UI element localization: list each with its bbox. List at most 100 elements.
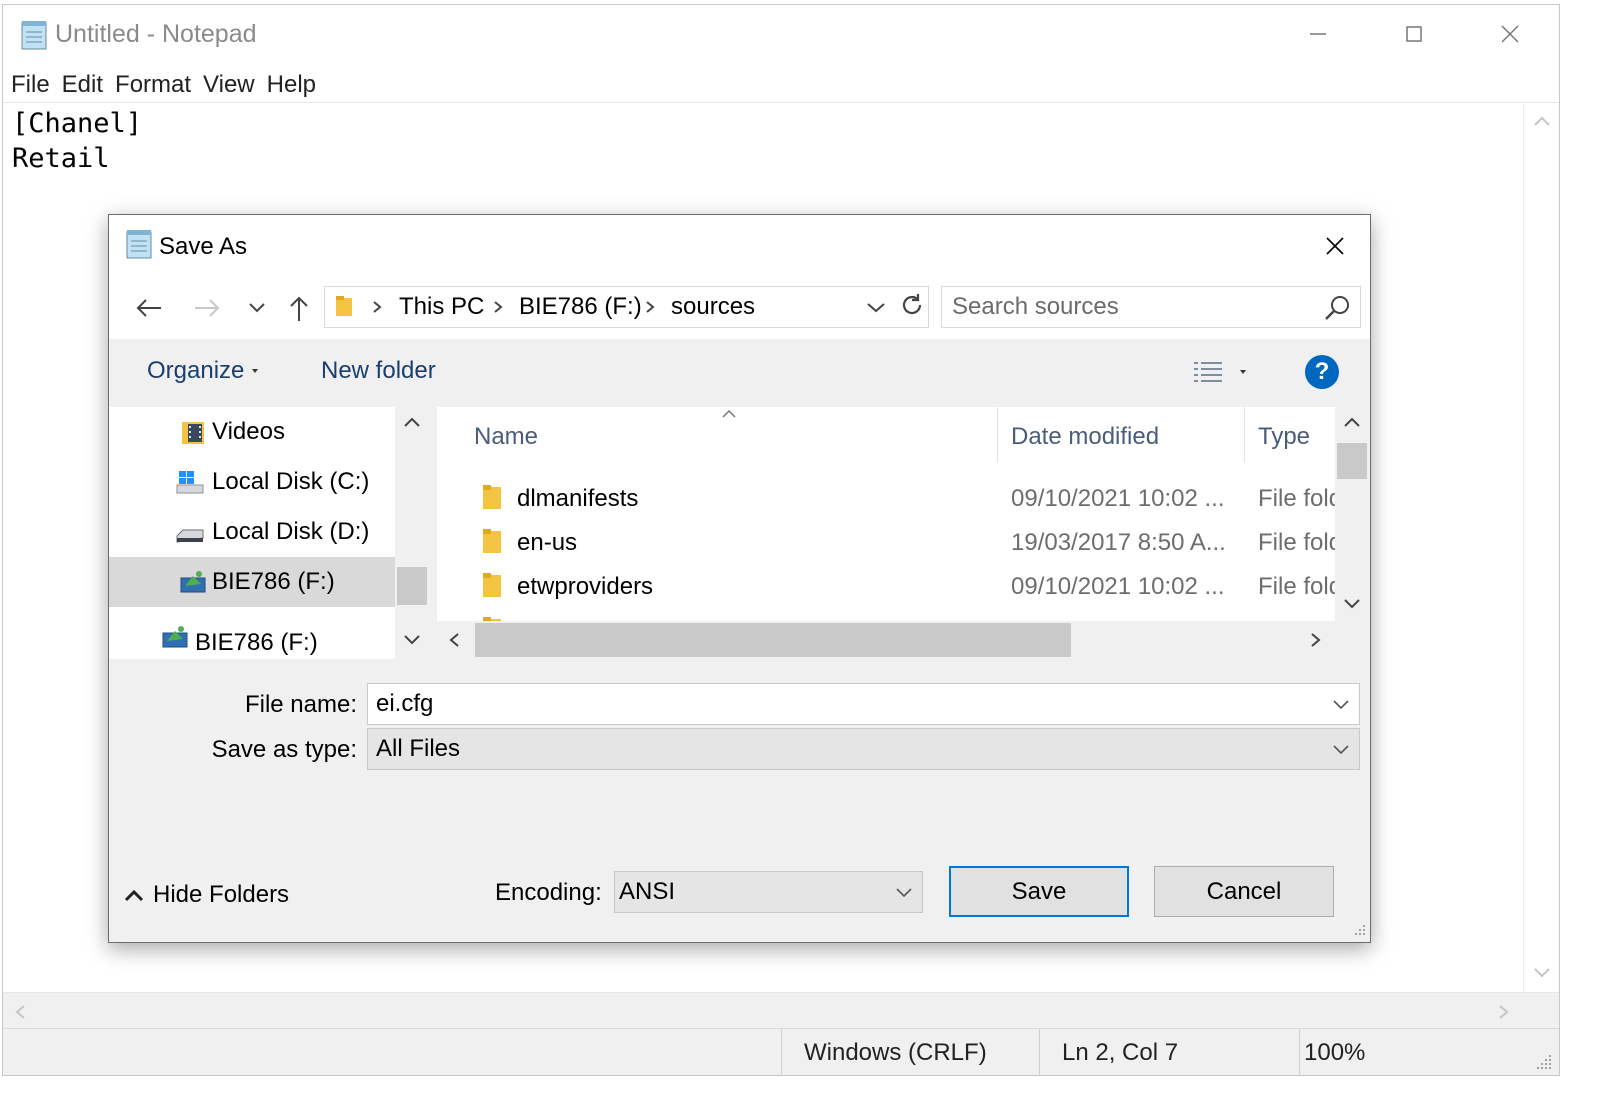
chevron-down-icon [1333, 745, 1349, 755]
editor-line: [Chanel] [12, 108, 143, 139]
file-list-horizontal-scrollbar[interactable] [437, 621, 1369, 659]
editor-horizontal-scrollbar[interactable] [3, 992, 1559, 1028]
scroll-right-arrow-icon[interactable] [1497, 1004, 1511, 1020]
minimize-icon [1310, 33, 1326, 35]
file-date: 09/10/2021 10:02 ... [1011, 485, 1225, 512]
hide-folders-label: Hide Folders [153, 881, 290, 908]
new-folder-button[interactable]: New folder [321, 357, 436, 385]
chevron-up-icon [124, 889, 144, 902]
save-type-value: All Files [376, 735, 461, 762]
caret-down-icon [252, 369, 259, 373]
address-bar[interactable]: This PC BIE786 (F:) sources [324, 286, 929, 328]
scroll-up-arrow-icon[interactable] [403, 415, 421, 429]
search-box[interactable] [941, 286, 1361, 328]
nav-item-local-disk-d[interactable]: Local Disk (D:) [109, 507, 395, 557]
file-row[interactable]: etwproviders 09/10/2021 10:02 ... File f… [437, 565, 1337, 609]
file-name-input[interactable]: ei.cfg [367, 683, 1360, 725]
refresh-button[interactable] [895, 288, 929, 322]
dialog-titlebar: Save As [109, 215, 1370, 277]
menu-file[interactable]: File [11, 71, 50, 99]
organize-button[interactable]: Organize [147, 357, 260, 385]
nav-item-bie786[interactable]: BIE786 (F:) [109, 617, 395, 659]
file-row[interactable]: dlmanifests 09/10/2021 10:02 ... File fo… [437, 477, 1337, 521]
forward-button[interactable] [187, 291, 227, 325]
nav-item-label: BIE786 (F:) [212, 568, 335, 595]
resize-grip-icon[interactable] [1535, 1053, 1553, 1071]
chevron-down-icon[interactable] [1331, 694, 1351, 714]
save-type-select[interactable]: All Files [367, 728, 1360, 770]
dialog-close-button[interactable] [1305, 221, 1365, 271]
encoding-label: Encoding: [495, 879, 602, 906]
change-view-button[interactable] [1192, 357, 1260, 387]
chevron-right-icon [494, 301, 503, 313]
file-list-vertical-scrollbar[interactable] [1335, 407, 1369, 621]
scroll-down-arrow-icon[interactable] [1343, 597, 1361, 611]
recent-locations-button[interactable] [237, 291, 277, 325]
windows-drive-icon [176, 471, 204, 494]
breadcrumb-drive[interactable]: BIE786 (F:) [519, 293, 642, 321]
breadcrumb-sources[interactable]: sources [671, 293, 755, 321]
scroll-right-arrow-icon[interactable] [1309, 632, 1323, 648]
usb-drive-icon [162, 626, 188, 648]
hide-folders-button[interactable]: Hide Folders [123, 881, 289, 909]
chevron-right-icon [646, 301, 655, 313]
minimize-button[interactable] [1273, 11, 1363, 57]
chevron-down-icon [896, 888, 912, 898]
close-icon [1501, 25, 1519, 43]
scroll-up-arrow-icon[interactable] [1533, 114, 1551, 128]
scroll-up-arrow-icon[interactable] [1343, 415, 1361, 429]
nav-item-label: Videos [212, 418, 285, 445]
address-dropdown-icon[interactable] [865, 295, 887, 319]
notepad-dialog-icon [126, 230, 152, 259]
resize-grip-icon[interactable] [1349, 923, 1367, 941]
editor-vertical-scrollbar[interactable] [1523, 104, 1559, 992]
menu-format[interactable]: Format [115, 71, 191, 99]
menu-edit[interactable]: Edit [62, 71, 103, 99]
file-date: 09/10/2021 10:02 ... [1011, 573, 1225, 600]
folder-icon [336, 296, 352, 316]
scrollbar-thumb[interactable] [1337, 443, 1367, 479]
navigation-pane-scrollbar[interactable] [395, 407, 429, 659]
scroll-left-arrow-icon[interactable] [447, 632, 461, 648]
column-header-type[interactable]: Type [1258, 407, 1310, 467]
search-input[interactable] [952, 293, 1312, 321]
scroll-down-arrow-icon[interactable] [1533, 966, 1551, 980]
save-button[interactable]: Save [949, 866, 1129, 917]
file-type: File fold [1258, 573, 1335, 600]
nav-item-local-disk-c[interactable]: Local Disk (C:) [109, 457, 395, 507]
menu-help[interactable]: Help [267, 71, 316, 99]
breadcrumb-this-pc[interactable]: This PC [399, 293, 484, 321]
help-button[interactable]: ? [1305, 355, 1339, 389]
file-name: dlmanifests [517, 485, 639, 512]
file-type: File fold [1258, 529, 1335, 556]
nav-item-videos[interactable]: Videos [109, 407, 395, 457]
status-cursor-position: Ln 2, Col 7 [1039, 1029, 1299, 1076]
close-window-button[interactable] [1465, 11, 1555, 57]
search-icon[interactable] [1322, 293, 1352, 323]
scroll-down-arrow-icon[interactable] [403, 633, 421, 647]
up-button[interactable] [279, 291, 319, 325]
file-row[interactable]: en-us 19/03/2017 8:50 A... File fold [437, 521, 1337, 565]
maximize-icon [1406, 26, 1422, 42]
scrollbar-thumb[interactable] [475, 623, 1071, 657]
column-header-date[interactable]: Date modified [1011, 407, 1159, 467]
details-view-icon [1194, 362, 1222, 382]
maximize-button[interactable] [1369, 11, 1459, 57]
column-header-name[interactable]: Name [474, 407, 538, 467]
chevron-right-icon [373, 301, 382, 313]
nav-item-bie786-selected[interactable]: BIE786 (F:) [109, 557, 395, 607]
column-separator[interactable] [1244, 407, 1245, 462]
scrollbar-thumb[interactable] [397, 567, 427, 605]
column-separator[interactable] [997, 407, 998, 462]
scroll-left-arrow-icon[interactable] [13, 1004, 27, 1020]
cancel-button[interactable]: Cancel [1154, 866, 1334, 917]
sort-up-icon [722, 409, 736, 418]
folder-icon [483, 485, 501, 509]
nav-item-label: BIE786 (F:) [195, 629, 318, 656]
navigation-pane: Videos Local Disk (C:) Local Disk (D:) B… [109, 407, 429, 659]
back-button[interactable] [129, 291, 169, 325]
file-row-partial[interactable] [437, 609, 1337, 621]
menu-view[interactable]: View [203, 71, 255, 99]
encoding-select[interactable]: ANSI [614, 871, 923, 913]
usb-drive-icon [180, 571, 206, 593]
